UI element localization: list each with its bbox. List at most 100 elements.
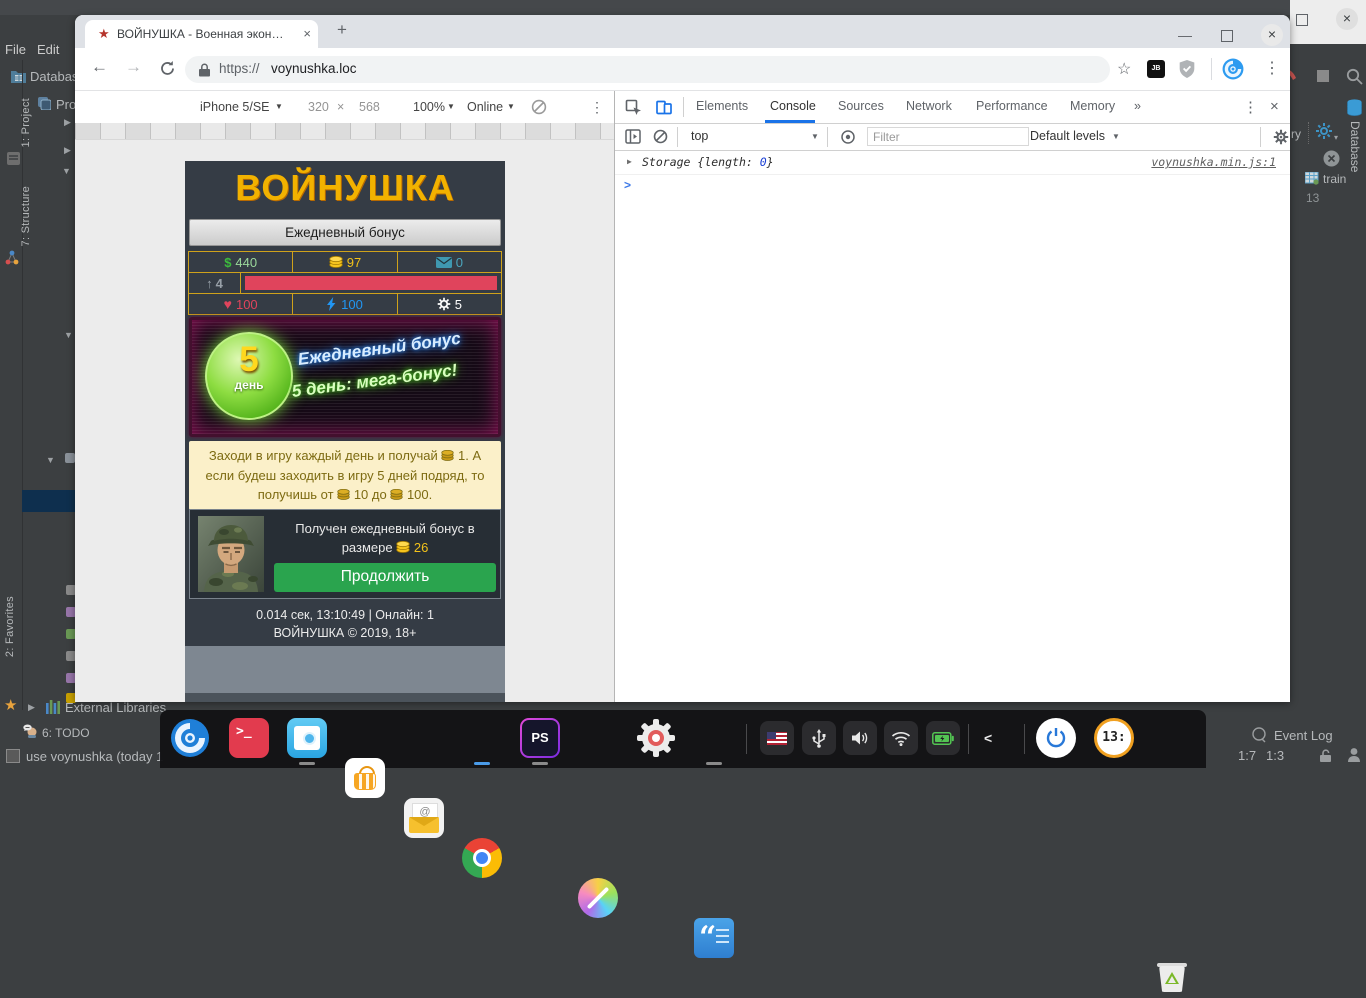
device-toggle-icon[interactable] <box>655 98 673 116</box>
ide-menu-file[interactable]: File <box>5 42 26 57</box>
bookmark-star-icon[interactable]: ☆ <box>1117 59 1131 79</box>
window-close-button[interactable]: × <box>1261 24 1283 46</box>
continue-button[interactable]: Продолжить <box>274 563 496 592</box>
search-icon[interactable] <box>1346 68 1363 85</box>
app-store-icon[interactable] <box>345 758 385 798</box>
ide-menu-edit[interactable]: Edit <box>37 42 59 57</box>
tree-expand-arrow[interactable]: ▶ <box>28 702 35 713</box>
trash-icon[interactable] <box>1152 958 1192 998</box>
defense-stat[interactable]: 5 <box>397 294 501 314</box>
tree-expand-arrow[interactable]: ▶ <box>64 117 71 128</box>
terminal-icon[interactable]: >_ <box>229 718 269 758</box>
shield-extension-icon[interactable] <box>1179 60 1195 78</box>
tab-sources[interactable]: Sources <box>838 99 884 113</box>
launcher-icon[interactable] <box>170 718 210 758</box>
context-select[interactable]: top <box>691 129 708 143</box>
toolwindow-structure-button[interactable]: 7: Structure <box>20 186 32 246</box>
deepin-browser-logo-icon[interactable] <box>1222 58 1244 80</box>
maximize-icon[interactable] <box>1296 14 1308 26</box>
mail-stat[interactable]: 0 <box>397 252 501 272</box>
table-name[interactable]: train <box>1323 172 1346 186</box>
photoshop-icon[interactable]: PS <box>520 718 560 758</box>
close-icon[interactable]: × <box>1336 8 1358 30</box>
reload-button[interactable] <box>159 60 176 77</box>
tree-selected-row[interactable] <box>22 490 75 512</box>
toolwindow-project-button[interactable]: 1: Project <box>20 98 32 147</box>
tree-item-external-libraries[interactable]: External Libraries <box>65 700 166 715</box>
console-settings-gear-icon[interactable] <box>1273 129 1289 145</box>
tab-elements[interactable]: Elements <box>696 99 748 113</box>
file-manager-icon[interactable] <box>287 718 327 758</box>
user-status-icon[interactable] <box>1347 747 1361 763</box>
throttling-select[interactable]: Online <box>467 100 503 114</box>
collapse-tray-icon[interactable]: < <box>984 730 992 746</box>
device-width-field[interactable]: 320 <box>308 100 329 114</box>
tab-network[interactable]: Network <box>906 99 952 113</box>
caret-position-secondary[interactable]: 1:3 <box>1266 748 1284 763</box>
devtools-menu-icon[interactable]: ⋮ <box>1243 98 1258 116</box>
lock-status-icon[interactable] <box>1320 749 1332 763</box>
console-prompt-row[interactable]: > <box>615 175 1290 197</box>
device-select[interactable]: iPhone 5/SE <box>200 100 270 114</box>
zoom-select[interactable]: 100% <box>413 100 445 114</box>
device-height-field[interactable]: 568 <box>359 100 380 114</box>
jb-extension-icon[interactable]: JB <box>1147 60 1165 78</box>
browser-tab[interactable]: ★ ВОЙНУШКА - Военная эконом × <box>85 20 318 48</box>
money-stat[interactable]: $ 440 <box>189 252 292 272</box>
tree-expand-arrow[interactable]: ▶ <box>64 145 71 156</box>
window-maximize-button[interactable] <box>1221 30 1233 42</box>
tab-console[interactable]: Console <box>770 99 816 113</box>
log-expand-arrow[interactable]: ▶ <box>627 157 632 166</box>
ide-tab-database[interactable]: Databas <box>30 69 78 84</box>
event-log-label[interactable]: Event Log <box>1274 728 1333 743</box>
battery-icon[interactable] <box>926 721 960 755</box>
health-stat[interactable]: ♥ 100 <box>189 294 292 314</box>
gear-icon[interactable] <box>1316 123 1332 139</box>
energy-stat[interactable]: 100 <box>292 294 396 314</box>
wifi-icon[interactable] <box>884 721 918 755</box>
clock-widget[interactable]: 13: <box>1094 718 1134 758</box>
close-circle-icon[interactable] <box>1323 150 1340 167</box>
daily-bonus-banner[interactable]: 5 день Ежедневный бонус 5 день: мега-бон… <box>189 317 501 437</box>
keyboard-layout-flag-icon[interactable] <box>760 721 794 755</box>
volume-icon[interactable] <box>843 721 877 755</box>
power-button[interactable] <box>1036 718 1076 758</box>
chrome-icon[interactable] <box>462 838 502 878</box>
tree-collapse-arrow[interactable]: ▼ <box>46 455 55 465</box>
caret-position[interactable]: 1:7 <box>1238 748 1256 763</box>
devtools-close-icon[interactable]: × <box>1270 98 1279 115</box>
mail-icon[interactable]: @ <box>404 798 444 838</box>
log-levels-select[interactable]: Default levels <box>1030 129 1105 143</box>
krita-icon[interactable] <box>578 878 618 918</box>
new-tab-button[interactable]: + <box>337 20 347 40</box>
back-button[interactable]: ← <box>91 57 108 77</box>
log-source-link[interactable]: voynushka.min.js:1 <box>1151 155 1276 169</box>
clear-console-icon[interactable] <box>653 129 668 144</box>
console-sidebar-icon[interactable] <box>625 129 641 144</box>
tab-memory[interactable]: Memory <box>1070 99 1115 113</box>
forward-button[interactable]: → <box>125 57 142 77</box>
notes-icon[interactable]: “ <box>694 918 734 958</box>
console-filter-input[interactable] <box>867 127 1029 146</box>
inspect-element-icon[interactable] <box>625 99 642 116</box>
stop-icon[interactable] <box>1317 70 1329 82</box>
tab-close-icon[interactable]: × <box>303 26 311 41</box>
device-toolbar-menu-icon[interactable]: ⋮ <box>590 99 604 116</box>
window-minimize-button[interactable]: — <box>1178 27 1192 43</box>
usb-icon[interactable] <box>802 721 836 755</box>
toolwindow-database-button[interactable]: Database <box>1348 121 1362 172</box>
toolwindow-favorites-button[interactable]: 2: Favorites <box>4 596 16 657</box>
browser-menu-icon[interactable]: ⋮ <box>1264 58 1280 78</box>
more-tabs-icon[interactable]: » <box>1134 99 1141 113</box>
coins-stat[interactable]: 97 <box>292 252 396 272</box>
url-bar[interactable]: https:// voynushka.loc <box>185 56 1110 83</box>
tree-collapse-arrow[interactable]: ▼ <box>62 166 71 176</box>
toolwindow-todo-button[interactable]: 6: TODO <box>42 726 90 740</box>
settings-icon[interactable] <box>636 718 676 758</box>
rotate-disabled-icon[interactable] <box>531 99 547 115</box>
tab-performance[interactable]: Performance <box>976 99 1048 113</box>
level-stat[interactable]: ↑ 4 <box>189 273 241 293</box>
tree-collapse-arrow[interactable]: ▼ <box>64 330 73 340</box>
console-log-row[interactable]: ▶ Storage {length: 0} voynushka.min.js:1 <box>615 151 1290 175</box>
eye-icon[interactable] <box>839 130 857 144</box>
